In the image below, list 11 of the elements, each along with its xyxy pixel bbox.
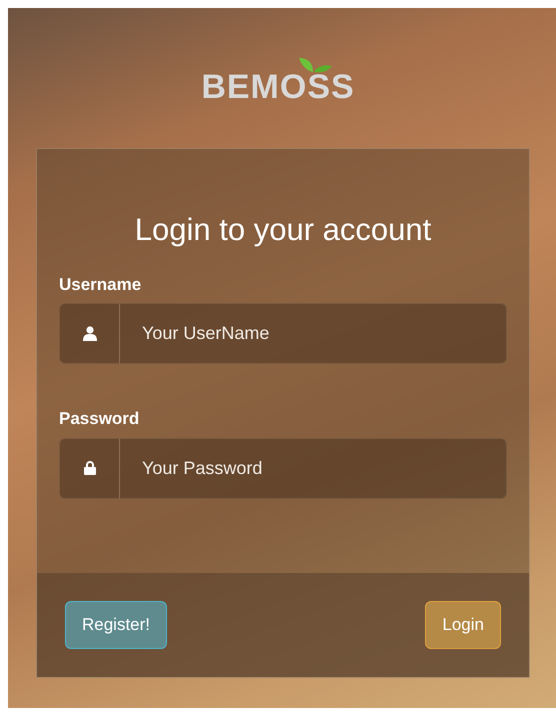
password-field[interactable]: Your Password: [120, 438, 507, 498]
user-icon: [82, 326, 96, 341]
leaf-icon: [299, 56, 334, 74]
username-field[interactable]: Your UserName: [120, 303, 507, 364]
login-button[interactable]: Login: [425, 601, 501, 649]
field-label: Password: [59, 408, 140, 430]
logo: BEMOSS: [201, 70, 355, 104]
panel-title: Login to your account: [134, 211, 432, 249]
field-label: Username: [59, 274, 142, 296]
register-button[interactable]: Register!: [65, 601, 168, 649]
lock-icon: [84, 461, 96, 475]
